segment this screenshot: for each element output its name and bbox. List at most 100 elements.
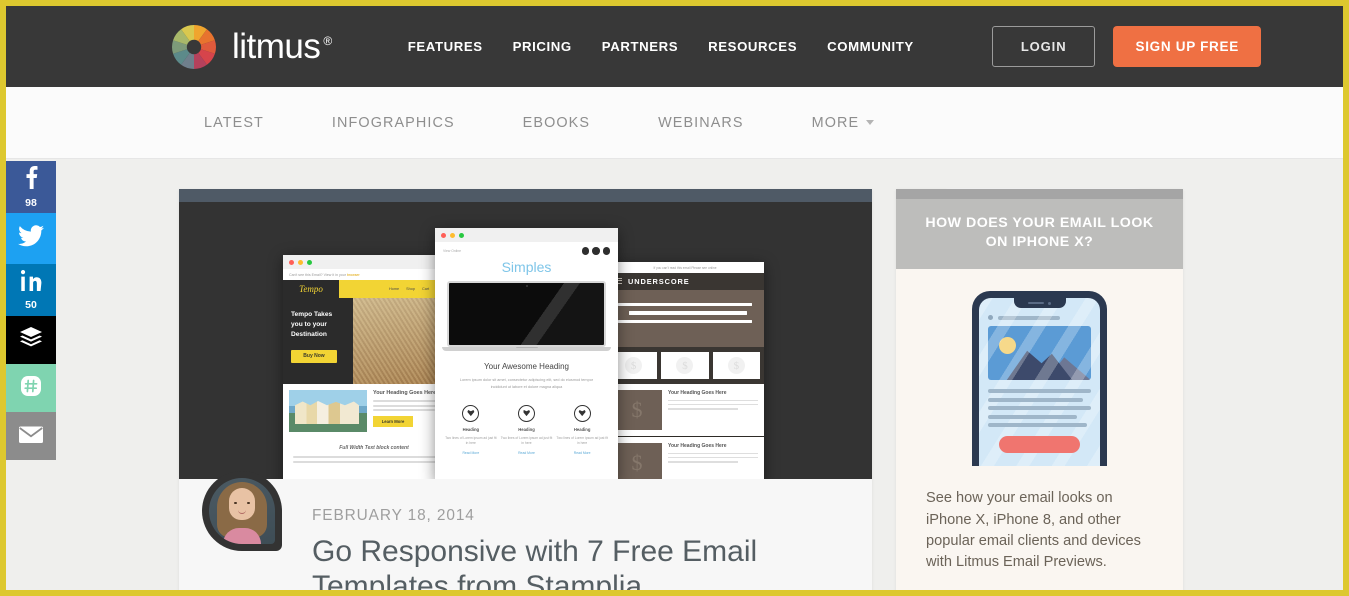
screen-avatar-dot [988,315,993,321]
text-line [628,311,747,315]
simples-column-text: Two lines of Lorem ipsum ad just fit in … [556,435,608,446]
social-share-rail: 98 50 [6,161,56,460]
text-line [668,407,739,410]
tempo-footer-heading: Full Width Text block content [339,445,409,451]
avatar-eye [247,502,250,504]
window-close-dot [441,232,446,238]
screen-text-block [988,389,1091,428]
simples-column: Heading Two lines of Lorem ipsum ad just… [500,404,553,456]
subnav-item-ebooks[interactable]: EBOOKS [523,115,590,131]
window-minimize-dot [298,259,303,265]
subnav-item-latest[interactable]: LATEST [204,115,264,131]
promo-cta-button[interactable] [970,589,1109,590]
nav-item-partners[interactable]: PARTNERS [602,39,678,54]
simples-column-text: Two lines of Lorem ipsum ad just fit in … [445,435,497,446]
post-date: FEBRUARY 18, 2014 [312,507,475,524]
sub-nav: LATEST INFOGRAPHICS EBOOKS WEBINARS MORE [204,115,875,131]
avatar-eye [234,502,237,504]
author-avatar[interactable] [202,471,282,551]
social-dot-icon [592,247,600,255]
text-line [988,423,1087,428]
share-email-button[interactable] [6,412,56,460]
text-line [618,319,752,324]
hashtag-badge-icon [19,374,43,403]
tempo-preheader-link: browser [346,273,360,277]
coin-icon: $ [727,357,745,374]
text-line [618,303,752,307]
text-line [668,452,758,455]
blog-sub-navigation: LATEST INFOGRAPHICS EBOOKS WEBINARS MORE [6,87,1343,229]
tempo-cta-button: Buy Now [291,349,337,363]
badge-icon [573,404,591,422]
text-line [668,403,758,406]
phone-screen [979,298,1100,467]
featured-post-image: Can't see this Email? View it in your br… [179,189,872,479]
social-dot-icon [602,247,610,255]
simples-view-online: View Online [443,248,462,253]
text-line [293,456,455,458]
simples-column: Heading Two lines of Lorem ipsum ad just… [445,404,497,455]
chevron-down-icon [866,120,875,126]
tempo-nav-links: Home Shop Cart [389,287,430,291]
tempo-logo: Tempo [283,280,339,298]
twitter-icon [18,225,44,252]
promo-headline: HOW DOES YOUR EMAIL LOOK ON IPHONE X? [896,199,1183,270]
underscore-heading: Your Heading Goes Here [668,390,727,396]
laptop-screen [447,280,606,347]
iphone-illustration [926,291,1153,467]
signup-button[interactable]: SIGN UP FREE [1113,26,1261,67]
coin-icon: $ [676,357,694,374]
litmus-wordmark: litmus ® [232,29,332,64]
brand-name: litmus [232,27,321,66]
simples-column-text: Two lines of Lorem ipsum ad just fit in … [500,435,553,446]
underscore-article: $ Your Heading Goes Here [606,384,764,437]
subnav-item-webinars[interactable]: WEBINARS [658,115,744,131]
share-buffer-button[interactable] [6,316,56,364]
nav-item-resources[interactable]: RESOURCES [708,39,797,54]
page-frame: litmus ® FEATURES PRICING PARTNERS RESOUR… [0,0,1349,596]
nav-item-pricing[interactable]: PRICING [513,39,572,54]
auth-buttons: LOGIN SIGN UP FREE [991,26,1261,67]
underscore-logo: UNDERSCORE [628,277,690,286]
login-button[interactable]: LOGIN [991,26,1096,67]
featured-post-card[interactable]: Can't see this Email? View it in your br… [179,189,872,590]
text-line [988,397,1083,402]
text-line [668,456,758,459]
badge-icon [518,404,535,422]
underscore-card-row: $ $ $ [606,347,764,384]
post-title[interactable]: Go Responsive with 7 Free Email Template… [312,535,782,590]
text-line [668,399,758,402]
avatar-smile [238,510,246,514]
promo-body: See how your email looks on iPhone X, iP… [896,269,1183,590]
share-twitter-button[interactable] [6,213,56,264]
coin-icon: $ [631,450,643,475]
facebook-icon [25,165,38,194]
share-linkedin-button[interactable]: 50 [6,264,56,316]
nav-item-community[interactable]: COMMUNITY [827,39,914,54]
subnav-item-infographics[interactable]: INFOGRAPHICS [332,115,455,131]
text-line [988,414,1077,419]
simples-column-heading: Heading [518,426,535,432]
simples-header: View Online [435,242,618,257]
facebook-share-count: 98 [25,197,37,209]
window-titlebar [435,228,618,242]
share-facebook-button[interactable]: 98 [6,161,56,213]
simples-column-heading: Heading [462,426,480,432]
simples-logo: Simples [501,258,552,275]
litmus-logo-link[interactable]: litmus ® [170,23,332,71]
tempo-thumbnail [289,390,367,432]
simples-read-more: Read More [518,451,535,456]
email-template-simples: View Online Simples Your Awesome Heading… [435,228,618,479]
underscore-thumbnail: $ [612,443,662,479]
simples-heading: Your Awesome Heading [484,361,569,371]
tempo-learn-more-button: Learn More [373,416,413,428]
nav-item-features[interactable]: FEATURES [408,39,483,54]
email-template-underscore: If you can't read this email Please see … [606,262,764,479]
text-line [373,409,435,412]
badge-icon [462,404,480,422]
underscore-nav: UNDERSCORE [606,273,764,290]
content-area: Can't see this Email? View it in your br… [6,159,1343,590]
subnav-item-more[interactable]: MORE [812,115,875,131]
share-grasshopper-button[interactable] [6,364,56,412]
tempo-hero-copy: Tempo Takes you to your Destination Buy … [283,298,353,384]
